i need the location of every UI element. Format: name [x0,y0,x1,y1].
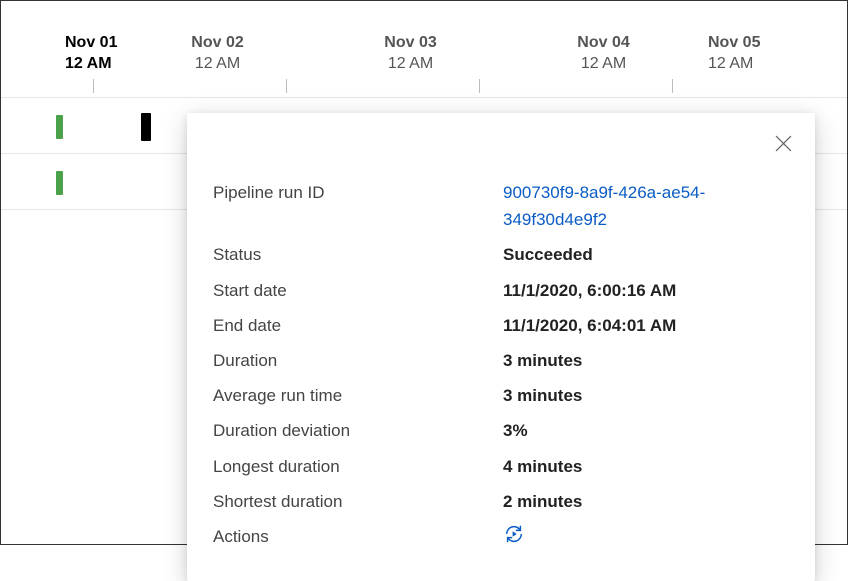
detail-row-duration: Duration 3 minutes [213,343,789,378]
detail-row-avg: Average run time 3 minutes [213,378,789,413]
rerun-icon [503,523,525,545]
rerun-button[interactable] [503,523,525,545]
time-label: 12 AM [65,54,121,75]
detail-value: 11/1/2020, 6:04:01 AM [503,312,789,339]
detail-label: Shortest duration [213,488,503,515]
detail-label: Average run time [213,382,503,409]
date-column: Nov 03 12 AM [314,33,507,75]
detail-label: End date [213,312,503,339]
timeline-ticks [1,79,847,97]
detail-label: Duration [213,347,503,374]
date-label: Nov 01 [65,33,121,54]
detail-row-end: End date 11/1/2020, 6:04:01 AM [213,308,789,343]
detail-label: Longest duration [213,453,503,480]
detail-value: Succeeded [503,241,789,268]
date-label: Nov 02 [121,33,314,54]
detail-value: 3 minutes [503,382,789,409]
detail-label: Status [213,241,503,268]
detail-value: 4 minutes [503,453,789,480]
details-table: Pipeline run ID 900730f9-8a9f-426a-ae54-… [213,175,789,557]
date-column: Nov 04 12 AM [507,33,700,75]
detail-value: 2 minutes [503,488,789,515]
date-column: Nov 05 12 AM [700,33,770,75]
detail-row-start: Start date 11/1/2020, 6:00:16 AM [213,273,789,308]
detail-value: 3% [503,417,789,444]
detail-row-actions: Actions [213,519,789,557]
timeline-header: Nov 01 12 AM Nov 02 12 AM Nov 03 12 AM N… [1,1,847,79]
time-label: 12 AM [314,54,507,75]
date-label: Nov 05 [708,33,770,54]
run-bar[interactable] [56,171,63,195]
detail-label: Actions [213,523,503,550]
detail-label: Duration deviation [213,417,503,444]
date-column: Nov 01 12 AM [1,33,121,75]
detail-row-shortest: Shortest duration 2 minutes [213,484,789,519]
time-label: 12 AM [507,54,700,75]
time-label: 12 AM [708,54,770,75]
detail-row-longest: Longest duration 4 minutes [213,449,789,484]
run-bar[interactable] [56,115,63,139]
detail-label: Pipeline run ID [213,179,503,206]
close-icon [775,135,792,152]
date-label: Nov 03 [314,33,507,54]
run-bar-selected[interactable] [141,113,151,141]
detail-value: 11/1/2020, 6:00:16 AM [503,277,789,304]
detail-row-status: Status Succeeded [213,237,789,272]
detail-value-actions [503,523,789,553]
date-label: Nov 04 [507,33,700,54]
run-id-link[interactable]: 900730f9-8a9f-426a-ae54-349f30d4e9f2 [503,179,789,233]
close-button[interactable] [769,129,797,157]
detail-row-deviation: Duration deviation 3% [213,413,789,448]
detail-value: 3 minutes [503,347,789,374]
time-label: 12 AM [121,54,314,75]
detail-label: Start date [213,277,503,304]
detail-row-run-id: Pipeline run ID 900730f9-8a9f-426a-ae54-… [213,175,789,237]
date-column: Nov 02 12 AM [121,33,314,75]
run-details-popover: Pipeline run ID 900730f9-8a9f-426a-ae54-… [187,113,815,581]
